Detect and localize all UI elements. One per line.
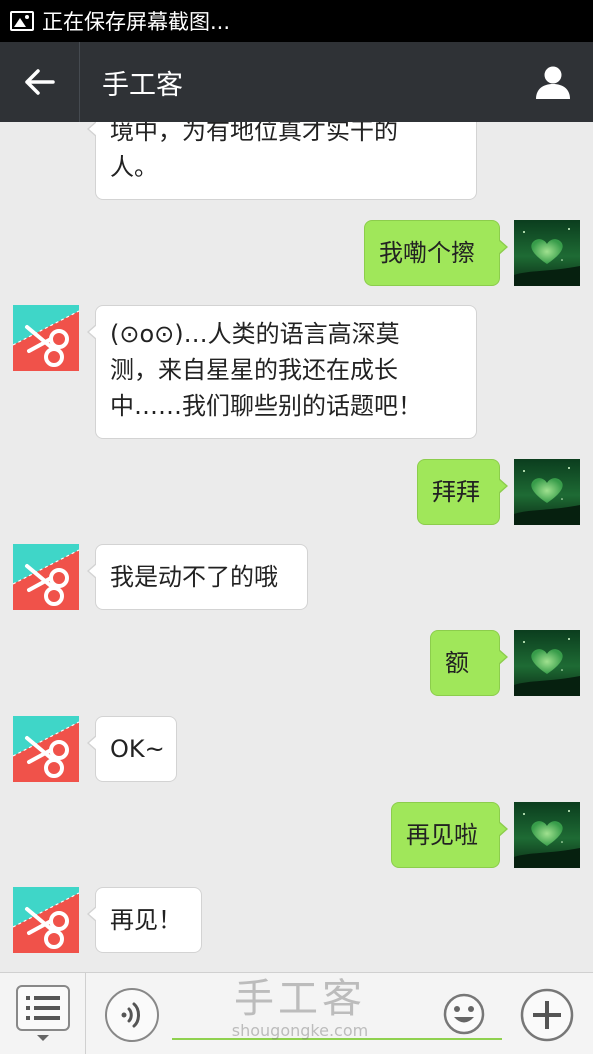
voice-wave-icon <box>121 1002 140 1028</box>
message-line: 中……我们聊些别的话题吧！ <box>110 392 422 420</box>
more-options-button[interactable] <box>519 987 575 1043</box>
message-bubble-bot[interactable]: 境中，为有地位真才实干的 人。 <box>87 122 477 200</box>
message-text: 拜拜 <box>432 478 480 506</box>
message-bubble-bot[interactable]: (⊙o⊙)…人类的语言高深莫 测，来自星星的我还在成长 中……我们聊些别的话题吧… <box>87 305 477 439</box>
chat-area[interactable]: 境中，为有地位真才实干的 人。 我嘞个擦 (⊙o⊙)…人类的语言高深莫 测，来自… <box>0 122 593 972</box>
bot-avatar[interactable] <box>13 305 79 371</box>
user-avatar[interactable] <box>514 459 580 525</box>
message-line: (⊙o⊙)…人类的语言高深莫 <box>110 320 400 348</box>
message-bubble-user[interactable]: 再见啦 <box>391 802 508 868</box>
message-text: 我嘞个擦 <box>379 239 475 267</box>
profile-button[interactable] <box>513 42 593 122</box>
bot-avatar[interactable] <box>13 887 79 953</box>
scissors-logo-icon <box>13 887 79 953</box>
status-bar: 正在保存屏幕截图... <box>0 0 593 42</box>
bot-avatar[interactable] <box>13 544 79 610</box>
image-saved-icon <box>10 11 34 31</box>
user-avatar[interactable] <box>514 802 580 868</box>
green-heart-night-image <box>514 802 580 868</box>
input-underline <box>172 1038 502 1040</box>
message-line: 境中，为有地位真才实干的 <box>110 122 398 145</box>
green-heart-night-image <box>514 630 580 696</box>
message-input[interactable] <box>172 985 432 1037</box>
user-avatar[interactable] <box>514 630 580 696</box>
green-heart-night-image <box>514 220 580 286</box>
message-bubble-bot[interactable]: 我是动不了的哦 <box>87 544 308 610</box>
smiley-icon <box>443 993 485 1035</box>
scissors-logo-icon <box>13 305 79 371</box>
scissors-logo-icon <box>13 544 79 610</box>
message-bubble-bot[interactable]: OK~ <box>87 716 177 782</box>
message-line: 测，来自星星的我还在成长 <box>110 356 398 384</box>
bot-avatar[interactable] <box>13 716 79 782</box>
chat-title: 手工客 <box>102 69 183 101</box>
user-avatar[interactable] <box>514 220 580 286</box>
green-heart-night-image <box>514 459 580 525</box>
message-bubble-user[interactable]: 额 <box>430 630 508 696</box>
menu-toggle-button[interactable] <box>0 973 86 1054</box>
scissors-logo-icon <box>13 716 79 782</box>
message-text: 额 <box>445 649 469 677</box>
message-text: 再见啦 <box>406 821 478 849</box>
arrow-left-icon <box>24 69 55 95</box>
list-menu-icon <box>15 985 70 1041</box>
message-text: OK~ <box>110 735 165 763</box>
voice-input-button[interactable] <box>105 988 159 1042</box>
message-text: 我是动不了的哦 <box>110 563 278 591</box>
plus-icon <box>520 988 574 1042</box>
message-text: 再见！ <box>110 906 182 934</box>
person-icon <box>536 66 570 99</box>
back-button[interactable] <box>0 42 80 122</box>
emoji-button[interactable] <box>443 993 485 1035</box>
message-bubble-user[interactable]: 拜拜 <box>417 459 508 525</box>
message-bubble-bot[interactable]: 再见！ <box>87 887 202 953</box>
title-bar: 手工客 <box>0 42 593 122</box>
status-text: 正在保存屏幕截图... <box>42 10 231 34</box>
message-line: 人。 <box>110 153 158 181</box>
message-bubble-user[interactable]: 我嘞个擦 <box>364 220 508 286</box>
